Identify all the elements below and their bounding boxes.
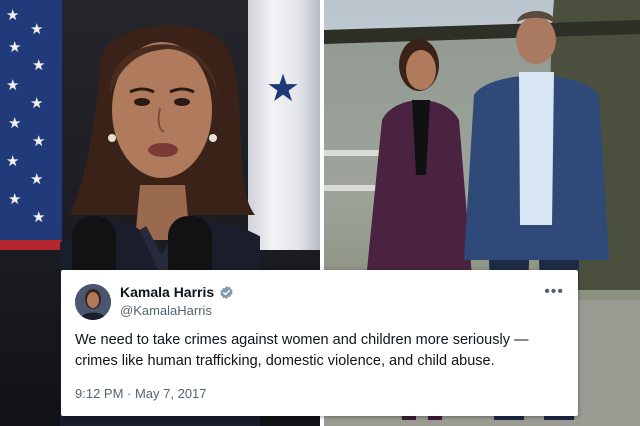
avatar[interactable] — [75, 284, 111, 320]
avatar-image — [75, 284, 111, 320]
american-flag: ★ ★ ★ ★ ★ ★ ★ ★ ★ ★ ★ ★ — [0, 0, 62, 250]
name-row: Kamala Harris — [120, 284, 234, 300]
display-name[interactable]: Kamala Harris — [120, 284, 214, 300]
user-handle[interactable]: @KamalaHarris — [120, 303, 212, 318]
star-emblem: ★ — [266, 68, 301, 110]
tweet-timestamp[interactable]: 9:12 PM · May 7, 2017 — [75, 386, 207, 401]
composite-image: ★ ★ ★ ★ ★ ★ ★ ★ ★ ★ ★ ★ ★ Kamala Harris … — [0, 0, 640, 426]
verified-badge-icon — [220, 285, 233, 299]
tweet-text: We need to take crimes against women and… — [75, 332, 529, 369]
flag-canton: ★ ★ ★ ★ ★ ★ ★ ★ ★ ★ ★ ★ — [0, 0, 62, 240]
more-horizontal-icon[interactable]: ••• — [544, 284, 564, 300]
tweet-card[interactable]: Kamala Harris @KamalaHarris ••• We need … — [61, 270, 578, 416]
